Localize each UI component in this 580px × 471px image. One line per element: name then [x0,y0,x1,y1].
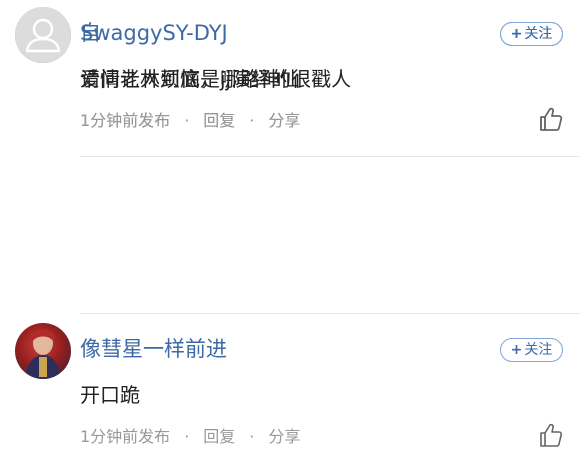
divider [80,156,580,157]
comment-item: 像彗星一样前进 + 关注 开口跪 1分钟前发布 · 回复 · 分享 [0,316,580,471]
comment-meta: 1分钟前发布 · 回复 · 分享 [80,110,300,132]
comment-meta: 1分钟前发布 · 回复 · 分享 [80,426,300,448]
follow-button[interactable]: + 关注 [500,338,563,362]
follow-label: 关注 [524,26,553,42]
separator-dot: · [184,111,190,130]
timestamp: 1分钟前发布 [80,111,171,130]
avatar[interactable] [15,323,71,379]
avatar[interactable] [15,7,71,63]
divider [80,313,580,314]
follow-button[interactable]: + 关注 [500,22,563,46]
reply-button[interactable]: 回复 [203,427,235,446]
reply-button[interactable]: 回复 [203,111,235,130]
comment-text: 开口跪 [80,383,140,407]
share-button[interactable]: 分享 [268,111,300,130]
thumbs-up-icon[interactable] [539,106,563,132]
separator-dot: · [249,111,255,130]
separator-dot: · [184,427,190,446]
username[interactable]: 像彗星一样前进 [80,336,227,362]
plus-icon: + [510,26,523,42]
comment-text: 爱情让人烦恼，jj演绎的很戳人 [80,67,352,91]
username[interactable]: 自 [80,20,101,46]
plus-icon: + [510,342,523,358]
separator-dot: · [249,427,255,446]
person-silhouette-icon [25,18,61,53]
timestamp: 1分钟前发布 [80,427,171,446]
share-button[interactable]: 分享 [268,427,300,446]
thumbs-up-icon[interactable] [539,422,563,448]
follow-label: 关注 [524,342,553,358]
comment-item: 自 + 关注 爱情让人烦恼，jj演绎的很戳人 1分钟前发布 · 回复 · 分享 [0,0,580,155]
